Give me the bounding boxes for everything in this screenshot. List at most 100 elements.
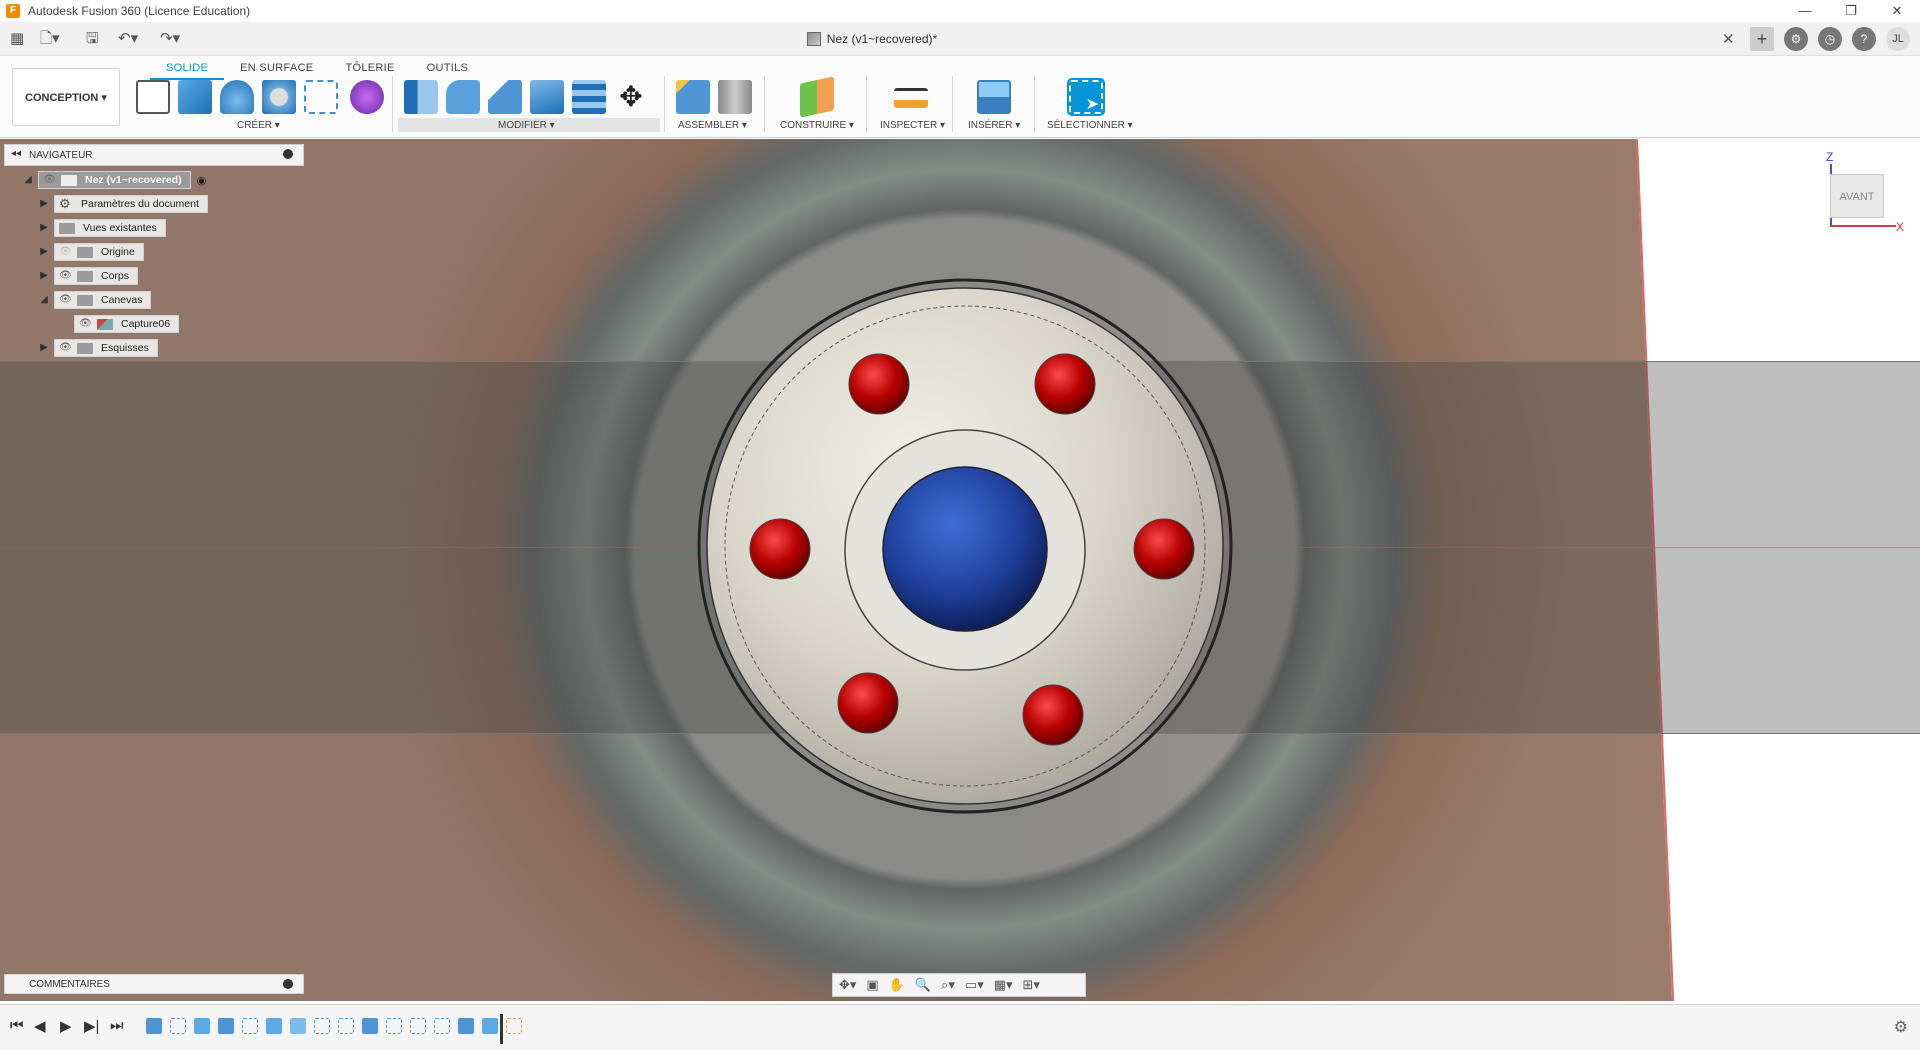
visibility-eye-icon[interactable]: 👁 bbox=[43, 175, 57, 185]
timeline-marker[interactable] bbox=[500, 1014, 503, 1044]
red-hole-bottom-right[interactable] bbox=[1022, 684, 1084, 746]
expand-arrow-icon[interactable]: ▶ bbox=[38, 246, 50, 258]
red-hole-right[interactable] bbox=[1133, 518, 1195, 580]
navigator-pin-icon[interactable] bbox=[283, 149, 293, 159]
timeline-feature[interactable] bbox=[218, 1018, 234, 1034]
select-icon[interactable]: ➤ bbox=[1067, 78, 1105, 116]
move-icon[interactable]: ✥ bbox=[614, 80, 648, 114]
viewcube[interactable]: Z AVANT X bbox=[1826, 150, 1904, 234]
timeline-feature[interactable] bbox=[146, 1018, 162, 1034]
timeline-feature[interactable] bbox=[362, 1018, 378, 1034]
job-status-icon[interactable]: ◷ bbox=[1818, 27, 1842, 51]
expand-arrow-icon[interactable]: ▶ bbox=[38, 342, 50, 354]
zoom-icon[interactable]: 🔍 bbox=[915, 977, 931, 993]
visibility-eye-icon[interactable]: 👁 bbox=[59, 343, 73, 353]
group-inspecter-label[interactable]: INSPECTER ▾ bbox=[880, 120, 945, 131]
insert-canvas-icon[interactable] bbox=[977, 80, 1011, 114]
tab-en-surface[interactable]: EN SURFACE bbox=[224, 58, 329, 80]
document-tab[interactable]: Nez (v1~recovered)* bbox=[0, 22, 1744, 56]
red-hole-top-right[interactable] bbox=[1034, 353, 1096, 415]
timeline-feature[interactable] bbox=[194, 1018, 210, 1034]
chamfer-icon[interactable] bbox=[488, 80, 522, 114]
go-to-end-icon[interactable]: ⏭ bbox=[110, 1017, 124, 1034]
tree-item-parametres[interactable]: ▶ ⚙ Paramètres du document bbox=[38, 195, 208, 213]
tab-outils[interactable]: OUTILS bbox=[411, 58, 485, 80]
minimize-button[interactable]: — bbox=[1782, 0, 1828, 22]
collapse-navigator-icon[interactable]: ◂◂ bbox=[11, 148, 21, 159]
visibility-eye-icon[interactable]: 👁 bbox=[59, 271, 73, 281]
timeline-feature[interactable] bbox=[410, 1018, 426, 1034]
expand-arrow-icon[interactable]: ▶ bbox=[38, 198, 50, 210]
fillet-icon[interactable] bbox=[446, 80, 480, 114]
red-hole-top-left[interactable] bbox=[848, 353, 910, 415]
step-back-icon[interactable]: ◀ bbox=[34, 1017, 46, 1035]
expand-arrow-icon[interactable]: ▶ bbox=[38, 270, 50, 282]
press-pull-icon[interactable] bbox=[404, 80, 438, 114]
new-component-icon[interactable] bbox=[676, 80, 710, 114]
group-assembler-label[interactable]: ASSEMBLER ▾ bbox=[678, 120, 747, 131]
group-inserer-label[interactable]: INSÉRER ▾ bbox=[968, 120, 1020, 131]
workspace-switcher-button[interactable]: CONCEPTION ▾ bbox=[12, 68, 120, 126]
tab-solide[interactable]: SOLIDE bbox=[150, 58, 225, 80]
extrude-icon[interactable] bbox=[178, 80, 212, 114]
red-hole-bottom-left[interactable] bbox=[837, 672, 899, 734]
timeline-settings-gear-icon[interactable]: ⚙ bbox=[1894, 1017, 1908, 1037]
timeline-feature[interactable] bbox=[314, 1018, 330, 1034]
activate-component-icon[interactable]: ◉ bbox=[197, 174, 207, 187]
tab-tolerie[interactable]: TÔLERIE bbox=[329, 58, 410, 80]
tree-item-capture06[interactable]: 👁 Capture06 bbox=[74, 315, 180, 333]
viewcube-front-face[interactable]: AVANT bbox=[1830, 174, 1884, 218]
navigator-panel-header[interactable]: ◂◂ NAVIGATEUR bbox=[4, 144, 304, 166]
play-icon[interactable]: ▶ bbox=[60, 1017, 72, 1035]
red-hole-left[interactable] bbox=[749, 518, 811, 580]
restore-button[interactable]: ❐ bbox=[1828, 0, 1874, 22]
hole-icon[interactable] bbox=[262, 80, 296, 114]
timeline-feature[interactable] bbox=[170, 1018, 186, 1034]
timeline-feature[interactable] bbox=[386, 1018, 402, 1034]
timeline-feature[interactable] bbox=[290, 1018, 306, 1034]
offset-plane-icon[interactable] bbox=[800, 76, 834, 118]
tree-item-canevas[interactable]: ◢ 👁 Canevas bbox=[38, 291, 152, 309]
tree-item-vues[interactable]: ▶ Vues existantes bbox=[38, 219, 166, 237]
extensions-icon[interactable]: ⚙ bbox=[1784, 27, 1808, 51]
look-at-icon[interactable]: ▣ bbox=[866, 977, 878, 993]
viewports-icon[interactable]: ⊞▾ bbox=[1023, 977, 1040, 993]
tree-item-origine[interactable]: ▶ 👁 Origine bbox=[38, 243, 144, 261]
tree-item-esquisses[interactable]: ▶ 👁 Esquisses bbox=[38, 339, 158, 357]
group-construire-label[interactable]: CONSTRUIRE ▾ bbox=[780, 120, 854, 131]
tree-root-row[interactable]: ◢ 👁 Nez (v1~recovered) ◉ bbox=[22, 171, 206, 189]
close-tab-icon[interactable]: ✕ bbox=[1722, 30, 1735, 48]
group-modifier-label[interactable]: MODIFIER ▾ bbox=[498, 120, 555, 131]
hidden-eye-icon[interactable]: 👁 bbox=[59, 247, 73, 257]
close-window-button[interactable]: ✕ bbox=[1874, 0, 1920, 22]
collapse-arrow-icon[interactable]: ◢ bbox=[38, 294, 50, 306]
expand-arrow-icon[interactable]: ▶ bbox=[38, 222, 50, 234]
timeline-feature[interactable] bbox=[434, 1018, 450, 1034]
joint-icon[interactable] bbox=[718, 80, 752, 114]
grid-settings-icon[interactable]: ▦▾ bbox=[994, 977, 1013, 993]
create-form-icon[interactable] bbox=[350, 80, 384, 114]
split-body-icon[interactable] bbox=[572, 80, 606, 114]
measure-icon[interactable] bbox=[894, 88, 928, 108]
user-avatar[interactable]: JL bbox=[1886, 27, 1910, 51]
tree-item-corps[interactable]: ▶ 👁 Corps bbox=[38, 267, 139, 285]
timeline-feature[interactable] bbox=[506, 1018, 522, 1034]
center-blue-cap[interactable] bbox=[882, 466, 1048, 632]
display-settings-icon[interactable]: ▭▾ bbox=[965, 977, 984, 993]
step-forward-icon[interactable]: ▶| bbox=[84, 1017, 99, 1035]
visibility-eye-icon[interactable]: 👁 bbox=[79, 319, 93, 329]
revolve-icon[interactable] bbox=[220, 80, 254, 114]
timeline-feature[interactable] bbox=[458, 1018, 474, 1034]
add-comment-icon[interactable] bbox=[283, 979, 293, 989]
new-tab-icon[interactable]: + bbox=[1750, 27, 1774, 51]
group-creer-label[interactable]: CRÉER ▾ bbox=[237, 120, 280, 131]
graphics-viewport[interactable] bbox=[0, 139, 1920, 1001]
group-selectionner-label[interactable]: SÉLECTIONNER ▾ bbox=[1047, 120, 1133, 131]
orbit-icon[interactable]: ✥▾ bbox=[839, 977, 856, 993]
timeline-feature[interactable] bbox=[338, 1018, 354, 1034]
comments-panel-header[interactable]: COMMENTAIRES bbox=[4, 974, 304, 994]
visibility-eye-icon[interactable]: 👁 bbox=[59, 295, 73, 305]
fit-icon[interactable]: ⌕▾ bbox=[941, 977, 955, 993]
collapse-arrow-icon[interactable]: ◢ bbox=[22, 174, 34, 186]
timeline-feature[interactable] bbox=[242, 1018, 258, 1034]
